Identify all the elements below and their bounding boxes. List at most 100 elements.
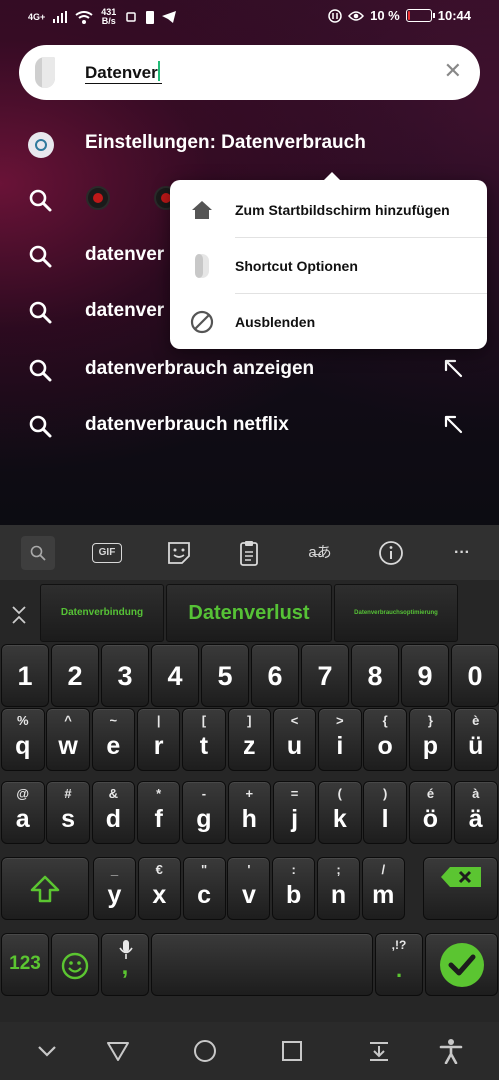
menu-item-add-to-home[interactable]: Zum Startbildschirm hinzufügen — [170, 182, 487, 238]
key-i[interactable]: > i — [318, 708, 362, 771]
emoji-key[interactable] — [51, 933, 99, 996]
keyboard-search-icon[interactable] — [21, 536, 55, 570]
settings-icon — [28, 132, 54, 158]
menu-item-shortcut-options[interactable]: Shortcut Optionen — [170, 238, 487, 294]
key-w[interactable]: ^ w — [46, 708, 90, 771]
fill-query-arrow-icon[interactable] — [441, 356, 465, 380]
key-ö[interactable]: éö — [408, 781, 453, 844]
result-settings-datenverbrauch[interactable]: Einstellungen: Datenverbrauch — [0, 116, 499, 172]
key-s[interactable]: # s — [46, 781, 90, 844]
key-c[interactable]: " c — [182, 857, 226, 920]
key-x[interactable]: € x — [137, 857, 181, 920]
info-icon[interactable] — [376, 539, 406, 567]
check-icon — [439, 943, 484, 987]
battery-saver-icon — [146, 11, 155, 24]
numbers-mode-key[interactable]: 123 — [1, 933, 49, 996]
suggestion-left[interactable]: Datenverbindung — [40, 584, 164, 642]
key-a[interactable]: @ a — [1, 781, 45, 844]
key-d[interactable]: & d — [91, 781, 136, 844]
result-suggestion[interactable]: datenverbrauch anzeigen — [0, 342, 499, 398]
keyboard-toolbar: GIF a̶あ ··· — [0, 525, 499, 580]
network-type: 4G+ — [28, 12, 46, 22]
eye-comfort-icon — [348, 10, 365, 21]
key-5[interactable]: 5 — [201, 644, 249, 707]
translate-icon[interactable]: a̶あ — [305, 539, 335, 567]
key-t[interactable]: [t — [182, 708, 226, 771]
clear-icon[interactable]: ✕ — [444, 58, 462, 84]
emoji-icon — [61, 952, 89, 980]
key-7[interactable]: 7 — [301, 644, 349, 707]
backspace-key[interactable] — [423, 857, 498, 920]
hide-keyboard-icon[interactable] — [34, 1038, 60, 1064]
key-m[interactable]: / m — [361, 857, 405, 920]
app-logo-icon — [35, 57, 55, 88]
key-2[interactable]: 2 — [51, 644, 99, 707]
search-icon — [29, 359, 52, 382]
key-g[interactable]: -g — [182, 781, 226, 844]
clipboard-icon[interactable] — [234, 539, 264, 567]
key-j[interactable]: = j — [272, 781, 317, 844]
accessibility-icon[interactable] — [438, 1038, 464, 1064]
key-u[interactable]: < u — [272, 708, 317, 771]
key-4[interactable]: 4 — [151, 644, 199, 707]
data-saver-icon — [328, 8, 342, 23]
suggestion-center[interactable]: Datenverlust — [166, 584, 332, 642]
key-p[interactable]: } p — [408, 708, 453, 771]
key-q[interactable]: % q — [1, 708, 45, 771]
home-icon[interactable] — [192, 1038, 218, 1064]
search-bar[interactable]: Datenver ✕ — [19, 45, 480, 100]
search-icon — [29, 245, 52, 268]
punctuation-key[interactable]: ,!? . — [375, 933, 423, 996]
key-y[interactable]: _ y — [93, 857, 136, 920]
more-options-icon[interactable]: ··· — [447, 539, 477, 567]
screen-rotate-icon — [126, 12, 137, 22]
search-icon — [29, 415, 52, 438]
key-0[interactable]: 0 — [451, 644, 499, 707]
collapse-suggestions-icon[interactable] — [10, 605, 28, 625]
key-ü[interactable]: èü — [454, 708, 498, 771]
menu-item-hide[interactable]: Ausblenden — [170, 294, 487, 350]
key-8[interactable]: 8 — [351, 644, 399, 707]
result-label: datenverbrauch netflix — [85, 414, 289, 435]
back-icon[interactable] — [105, 1038, 131, 1064]
key-ä[interactable]: àä — [454, 781, 498, 844]
enter-key[interactable] — [425, 933, 498, 996]
recents-icon[interactable] — [279, 1038, 305, 1064]
app-result-icon[interactable] — [86, 186, 110, 210]
suggestion-right[interactable]: Datenverbrauchsoptimierung — [334, 584, 458, 642]
key-9[interactable]: 9 — [401, 644, 449, 707]
key-3[interactable]: 3 — [101, 644, 149, 707]
key-z[interactable]: ] z — [227, 708, 271, 771]
menu-item-label: Zum Startbildschirm hinzufügen — [235, 202, 450, 218]
key-r[interactable]: | r — [136, 708, 181, 771]
home-icon — [192, 201, 212, 219]
result-suggestion[interactable]: datenverbrauch netflix — [0, 398, 499, 454]
mic-comma-key[interactable]: , — [101, 933, 149, 996]
gif-button[interactable]: GIF — [92, 543, 122, 563]
key-h[interactable]: + h — [227, 781, 271, 844]
key-b[interactable]: :b — [272, 857, 316, 920]
key-n[interactable]: ; n — [317, 857, 360, 920]
menu-item-label: Shortcut Optionen — [235, 258, 358, 274]
space-key[interactable] — [151, 933, 373, 996]
notification-pull-icon[interactable] — [366, 1038, 392, 1064]
key-o[interactable]: {o — [363, 708, 407, 771]
keyboard: GIF a̶あ ··· Datenverbindung Datenverlust… — [0, 525, 499, 1022]
key-f[interactable]: * f — [136, 781, 181, 844]
result-label: datenverbrauch anzeigen — [85, 358, 315, 379]
key-e[interactable]: ~ e — [91, 708, 136, 771]
fill-query-arrow-icon[interactable] — [441, 412, 465, 436]
key-l[interactable]: ) l — [363, 781, 407, 844]
key-6[interactable]: 6 — [251, 644, 299, 707]
key-1[interactable]: 1 — [1, 644, 49, 707]
telegram-icon — [162, 11, 177, 23]
wifi-icon — [75, 10, 93, 24]
key-k[interactable]: (k — [318, 781, 362, 844]
search-input[interactable]: Datenver — [85, 61, 162, 84]
shift-key[interactable] — [1, 857, 89, 920]
signal-icon — [53, 11, 68, 23]
key-v[interactable]: ' v — [227, 857, 271, 920]
result-label: Einstellungen: Datenverbrauch — [85, 132, 366, 153]
status-bar: 4G+ 431 B/s 10 % 10:44 — [0, 0, 499, 36]
sticker-icon[interactable] — [164, 539, 194, 567]
